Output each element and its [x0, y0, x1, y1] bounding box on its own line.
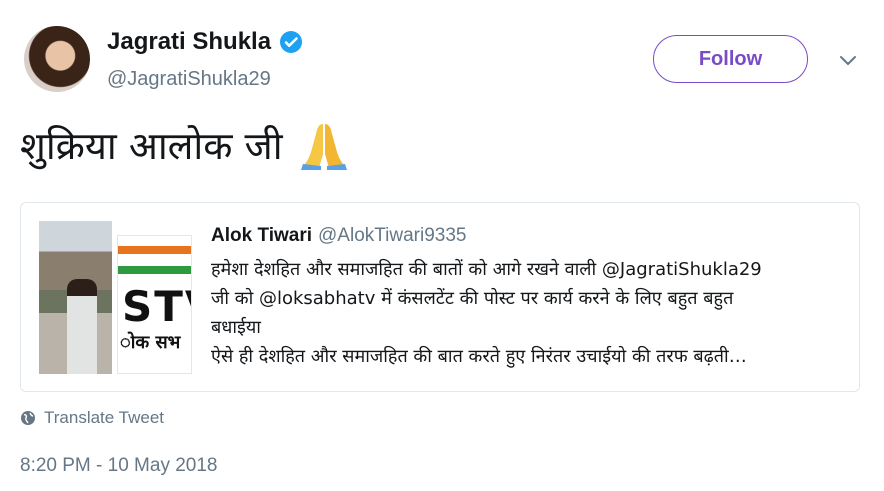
quoted-tweet-line: ऐसे ही देशहित और समाजहित की बात करते हुए…: [211, 346, 747, 367]
follow-button[interactable]: Follow: [653, 35, 808, 83]
verified-badge-icon: [279, 30, 303, 54]
channel-logo: STV: [122, 282, 191, 331]
quoted-author-name: Alok Tiwari: [211, 225, 313, 246]
author-handle[interactable]: @JagratiShukla29: [107, 68, 271, 91]
folded-hands-icon: [297, 118, 351, 172]
quoted-tweet-line: बधाईया: [211, 317, 261, 338]
globe-icon: [21, 411, 35, 425]
quoted-tweet-photo[interactable]: [39, 221, 112, 374]
person-figure: [67, 279, 97, 374]
quoted-tweet-line: हमेशा देशहित और समाजहित की बातों को आगे …: [211, 259, 762, 280]
chevron-down-icon[interactable]: [836, 50, 860, 70]
translate-label[interactable]: Translate Tweet: [44, 408, 164, 428]
tweet-text-row: शुक्रिया आलोक जी: [20, 118, 351, 172]
channel-logo-text: ोक सभ: [120, 332, 181, 353]
quoted-tweet-card[interactable]: STV ोक सभ Alok Tiwari@AlokTiwari9335 हमे…: [20, 202, 860, 392]
quoted-author-handle: @AlokTiwari9335: [318, 225, 467, 246]
green-stripe: [118, 266, 191, 274]
orange-stripe: [118, 246, 191, 254]
author-name[interactable]: Jagrati Shukla: [107, 28, 271, 56]
author-name-row[interactable]: Jagrati Shukla: [107, 28, 303, 56]
quoted-author: Alok Tiwari @AlokTiwari9335: [211, 225, 467, 247]
author-avatar[interactable]: [24, 26, 90, 92]
translate-tweet-link[interactable]: Translate Tweet: [20, 408, 164, 428]
tweet-timestamp[interactable]: 8:20 PM - 10 May 2018: [20, 455, 218, 477]
tweet-text: शुक्रिया आलोक जी: [20, 124, 283, 168]
quoted-tweet-logo-image[interactable]: STV ोक सभ: [117, 235, 192, 374]
quoted-tweet-line: जी को @loksabhatv में कंसलटेंट की पोस्ट …: [211, 288, 734, 309]
quoted-tweet-text: हमेशा देशहित और समाजहित की बातों को आगे …: [211, 255, 851, 371]
